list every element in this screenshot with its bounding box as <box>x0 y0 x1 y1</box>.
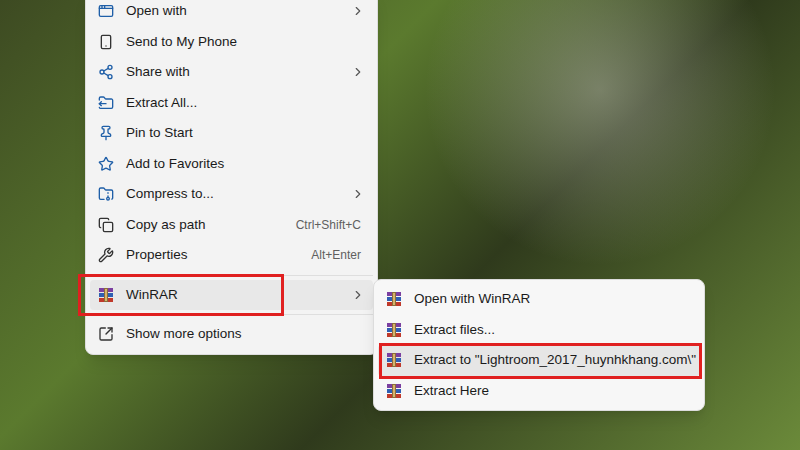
menu-item[interactable]: Send to My Phone <box>90 27 373 58</box>
wrench-icon <box>98 247 114 263</box>
submenu-item-label: Extract files... <box>414 320 495 340</box>
archive-icon <box>98 186 114 202</box>
menu-item[interactable]: Compress to... <box>90 179 373 210</box>
menu-item[interactable]: Show more options <box>90 319 373 350</box>
menu-item[interactable]: Add to Favorites <box>90 149 373 180</box>
share-icon <box>98 64 114 80</box>
menu-separator <box>90 271 373 280</box>
menu-item-label: Extract All... <box>126 93 365 113</box>
more-options-icon <box>98 326 114 342</box>
submenu-arrow-icon <box>351 288 365 302</box>
menu-item-shortcut: Ctrl+Shift+C <box>296 216 365 234</box>
submenu-item-label: Extract to "Lightroom_2017_huynhkhang.co… <box>414 350 696 370</box>
annotation-box <box>78 274 284 317</box>
winrar-submenu: Open with WinRAR Extract files... Extract … <box>373 279 705 411</box>
submenu-item-label: Extract Here <box>414 381 489 401</box>
menu-separator <box>90 310 373 319</box>
winrar-icon <box>386 383 402 399</box>
menu-item[interactable]: WinRAR <box>90 280 373 311</box>
menu-item-label: Send to My Phone <box>126 32 365 52</box>
menu-item[interactable]: Pin to Start <box>90 118 373 149</box>
submenu-item[interactable]: Extract files... <box>378 315 700 346</box>
submenu-item[interactable]: Extract Here <box>378 376 700 407</box>
menu-item-label: Show more options <box>126 324 365 344</box>
extract-icon <box>98 95 114 111</box>
menu-item-label: Share with <box>126 62 339 82</box>
menu-item-label: Open with <box>126 1 339 21</box>
menu-item-label: WinRAR <box>126 285 339 305</box>
open-with-icon <box>98 3 114 19</box>
menu-item-label: Add to Favorites <box>126 154 365 174</box>
copy-icon <box>98 217 114 233</box>
menu-item[interactable]: Open with <box>90 0 373 27</box>
winrar-icon <box>98 287 114 303</box>
winrar-icon <box>386 352 402 368</box>
phone-icon <box>98 34 114 50</box>
submenu-arrow-icon <box>351 187 365 201</box>
context-menu: Open with Send to My Phone Share with Extra… <box>85 0 378 355</box>
winrar-icon <box>386 322 402 338</box>
annotation-box <box>379 343 702 379</box>
menu-item-label: Copy as path <box>126 215 284 235</box>
submenu-arrow-icon <box>351 65 365 79</box>
submenu-item[interactable]: Extract to "Lightroom_2017_huynhkhang.co… <box>378 345 700 376</box>
star-icon <box>98 156 114 172</box>
menu-item-label: Properties <box>126 245 299 265</box>
menu-item[interactable]: Copy as path Ctrl+Shift+C <box>90 210 373 241</box>
pin-icon <box>98 125 114 141</box>
submenu-arrow-icon <box>351 4 365 18</box>
menu-item-label: Pin to Start <box>126 123 365 143</box>
desktop: Open with Send to My Phone Share with Extra… <box>0 0 800 450</box>
submenu-item-label: Open with WinRAR <box>414 289 530 309</box>
menu-item[interactable]: Extract All... <box>90 88 373 119</box>
menu-item[interactable]: Share with <box>90 57 373 88</box>
menu-item-label: Compress to... <box>126 184 339 204</box>
menu-item-shortcut: Alt+Enter <box>311 246 365 264</box>
submenu-item[interactable]: Open with WinRAR <box>378 284 700 315</box>
menu-item[interactable]: Properties Alt+Enter <box>90 240 373 271</box>
winrar-icon <box>386 291 402 307</box>
